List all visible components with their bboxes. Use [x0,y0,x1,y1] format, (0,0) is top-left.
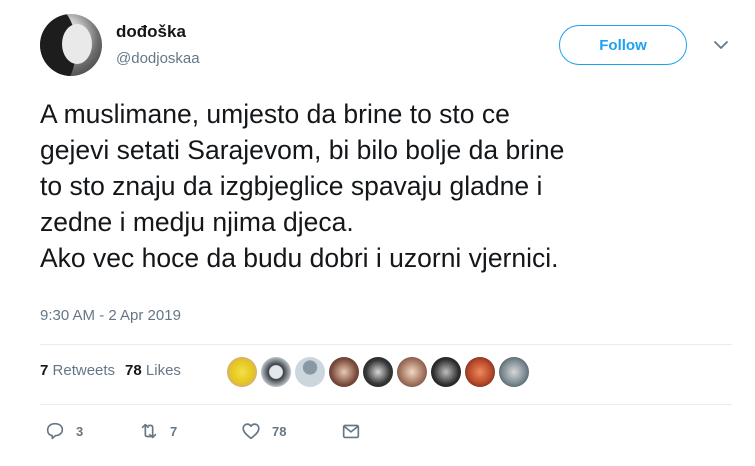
likes-count: 78 [125,362,142,379]
reply-icon [46,422,64,440]
likes-label: Likes [145,362,181,379]
liker-avatar[interactable] [227,357,257,387]
liker-avatar[interactable] [329,357,359,387]
liker-avatars [227,357,529,387]
liker-avatar[interactable] [499,357,529,387]
retweets-stat[interactable]: 7 Retweets [40,362,115,379]
follow-button[interactable]: Follow [559,25,687,65]
tweet-stats: 7 Retweets 78 Likes [40,362,181,379]
retweets-count: 7 [40,362,49,379]
direct-message-button[interactable] [340,420,362,442]
divider [40,344,732,345]
tweet-text: A muslimane, umjesto da brine to sto ce … [40,99,565,273]
liker-avatar[interactable] [465,357,495,387]
envelope-icon [342,424,360,439]
retweet-button[interactable]: 7 [138,420,177,442]
liker-avatar[interactable] [431,357,461,387]
likes-stat[interactable]: 78 Likes [125,362,181,379]
retweet-count: 7 [170,423,178,439]
like-count: 78 [272,423,287,439]
reply-count: 3 [76,423,84,439]
liker-avatar[interactable] [295,357,325,387]
heart-icon [242,423,260,440]
like-button[interactable]: 78 [240,420,286,442]
avatar[interactable] [40,14,102,76]
divider [40,404,732,405]
retweet-icon [141,423,157,439]
liker-avatar[interactable] [261,357,291,387]
retweets-label: Retweets [52,362,116,379]
reply-button[interactable]: 3 [44,420,83,442]
display-name[interactable]: dođoška [116,22,186,42]
avatar-face [62,24,92,64]
user-handle[interactable]: @dodjoskaa [116,50,200,67]
chevron-down-icon[interactable] [712,36,730,54]
liker-avatar[interactable] [397,357,427,387]
tweet-timestamp[interactable]: 9:30 AM - 2 Apr 2019 [40,307,181,324]
liker-avatar[interactable] [363,357,393,387]
tweet-header: dođoška @dodjoskaa Follow [40,14,740,80]
